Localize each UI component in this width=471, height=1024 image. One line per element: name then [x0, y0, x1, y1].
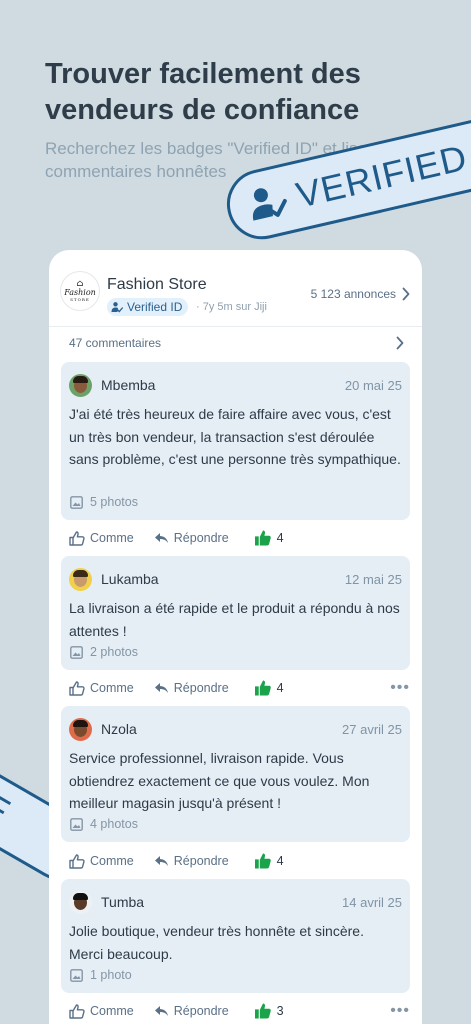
- reply-icon: [154, 1006, 168, 1016]
- store-membership: · 7y 5m sur Jiji: [196, 301, 267, 313]
- like-button[interactable]: Comme: [69, 853, 134, 869]
- likes-count[interactable]: 3: [254, 1003, 284, 1019]
- chevron-right-icon: [402, 287, 410, 301]
- store-logo-text: Fashion: [64, 288, 96, 297]
- reply-label: Répondre: [173, 531, 229, 545]
- verified-id-label: Verified ID: [127, 300, 183, 314]
- more-options-icon[interactable]: •••: [390, 1003, 410, 1019]
- reply-button[interactable]: Répondre: [154, 854, 229, 868]
- seller-card: ⌂ Fashion STORE Fashion Store Verified I…: [49, 250, 422, 1024]
- review-photos[interactable]: 1 photo: [70, 968, 132, 982]
- avatar: [69, 373, 92, 397]
- review-date: 20 mai 25: [344, 377, 402, 393]
- reviewer-name: Lukamba: [101, 571, 159, 587]
- review-card: Tumba 14 avril 25 Jolie boutique, vendeu…: [61, 879, 410, 993]
- likes-count[interactable]: 4: [254, 853, 284, 869]
- chevron-right-icon: [396, 336, 404, 350]
- image-icon: [70, 817, 83, 831]
- review-photos[interactable]: 4 photos: [70, 817, 138, 831]
- photos-count: 2 photos: [90, 645, 138, 659]
- thumbs-up-filled-icon: [254, 680, 271, 696]
- verified-stamp-top: VERIFIED I: [220, 110, 471, 247]
- review-card: Lukamba 12 mai 25 La livraison a été rap…: [61, 556, 410, 670]
- like-label: Comme: [90, 681, 134, 695]
- photos-count: 1 photo: [90, 968, 132, 982]
- listings-count: 5 123 annonces: [310, 287, 396, 301]
- store-name: Fashion Store: [107, 276, 207, 293]
- like-label: Comme: [90, 1004, 134, 1018]
- likes-count[interactable]: 4: [254, 530, 284, 546]
- reviewer-name: Nzola: [101, 721, 137, 737]
- review-actions: Comme Répondre 4 •••: [69, 678, 410, 698]
- avatar: [69, 717, 92, 741]
- reviewer-name: Mbemba: [101, 377, 156, 393]
- like-button[interactable]: Comme: [69, 1003, 134, 1019]
- likes-number: 4: [276, 681, 284, 695]
- reply-label: Répondre: [173, 1004, 229, 1018]
- image-icon: [70, 968, 83, 982]
- thumbs-up-filled-icon: [254, 853, 271, 869]
- reply-icon: [154, 683, 168, 693]
- likes-number: 3: [276, 1004, 284, 1018]
- like-button[interactable]: Comme: [69, 530, 134, 546]
- likes-number: 4: [276, 531, 284, 545]
- listings-link[interactable]: 5 123 annonces: [311, 287, 410, 301]
- verified-user-icon: [252, 188, 287, 221]
- likes-count[interactable]: 4: [254, 680, 284, 696]
- review-photos[interactable]: 5 photos: [70, 495, 138, 509]
- like-label: Comme: [90, 854, 134, 868]
- hanger-icon: ⌂: [76, 279, 84, 289]
- review-photos[interactable]: 2 photos: [70, 645, 138, 659]
- review-actions: Comme Répondre 4: [69, 851, 410, 871]
- reviewer-name: Tumba: [101, 894, 145, 910]
- like-label: Comme: [90, 531, 134, 545]
- reply-button[interactable]: Répondre: [154, 531, 229, 545]
- reply-label: Répondre: [173, 854, 229, 868]
- review-card: Nzola 27 avril 25 Service professionnel,…: [61, 706, 410, 842]
- avatar: [69, 567, 92, 591]
- review-actions: Comme Répondre 4: [69, 528, 410, 548]
- image-icon: [70, 495, 83, 509]
- image-icon: [70, 645, 83, 659]
- review-actions: Comme Répondre 3 •••: [69, 1001, 410, 1021]
- verified-id-badge: Verified ID: [107, 298, 189, 316]
- store-logo-small: STORE: [70, 297, 90, 302]
- reply-icon: [154, 533, 168, 543]
- review-date: 14 avril 25: [342, 894, 402, 910]
- thumbs-up-filled-icon: [254, 1003, 271, 1019]
- reply-label: Répondre: [173, 681, 229, 695]
- review-date: 12 mai 25: [344, 571, 402, 587]
- more-options-icon[interactable]: •••: [390, 680, 410, 696]
- like-button[interactable]: Comme: [69, 680, 134, 696]
- thumbs-up-filled-icon: [254, 530, 271, 546]
- photos-count: 4 photos: [90, 817, 138, 831]
- store-logo: ⌂ Fashion STORE: [60, 271, 100, 311]
- review-text: J'ai été très heureux de faire affaire a…: [69, 406, 401, 467]
- reply-icon: [154, 856, 168, 866]
- comments-count: 47 commentaires: [69, 336, 162, 350]
- thumbs-up-outline-icon: [69, 530, 85, 546]
- review-date: 27 avril 25: [342, 721, 402, 737]
- photos-count: 5 photos: [90, 495, 138, 509]
- reply-button[interactable]: Répondre: [154, 681, 229, 695]
- review-card: Mbemba 20 mai 25 J'ai été très heureux d…: [61, 362, 410, 520]
- likes-number: 4: [276, 854, 284, 868]
- thumbs-up-outline-icon: [69, 680, 85, 696]
- reply-button[interactable]: Répondre: [154, 1004, 229, 1018]
- review-text: Service professionnel, livraison rapide.…: [69, 750, 370, 811]
- divider: [49, 326, 422, 327]
- headline: Trouver facilement des vendeurs de confi…: [45, 58, 361, 126]
- stamp-bottom-text: VE: [0, 771, 18, 835]
- review-text: Jolie boutique, vendeur très honnête et …: [69, 923, 364, 962]
- verified-user-icon: [111, 302, 123, 313]
- review-text: La livraison a été rapide et le produit …: [69, 600, 400, 639]
- thumbs-up-outline-icon: [69, 853, 85, 869]
- comments-header[interactable]: 47 commentaires: [69, 336, 404, 350]
- thumbs-up-outline-icon: [69, 1003, 85, 1019]
- avatar: [69, 890, 92, 914]
- store-header[interactable]: ⌂ Fashion STORE Fashion Store Verified I…: [49, 250, 422, 326]
